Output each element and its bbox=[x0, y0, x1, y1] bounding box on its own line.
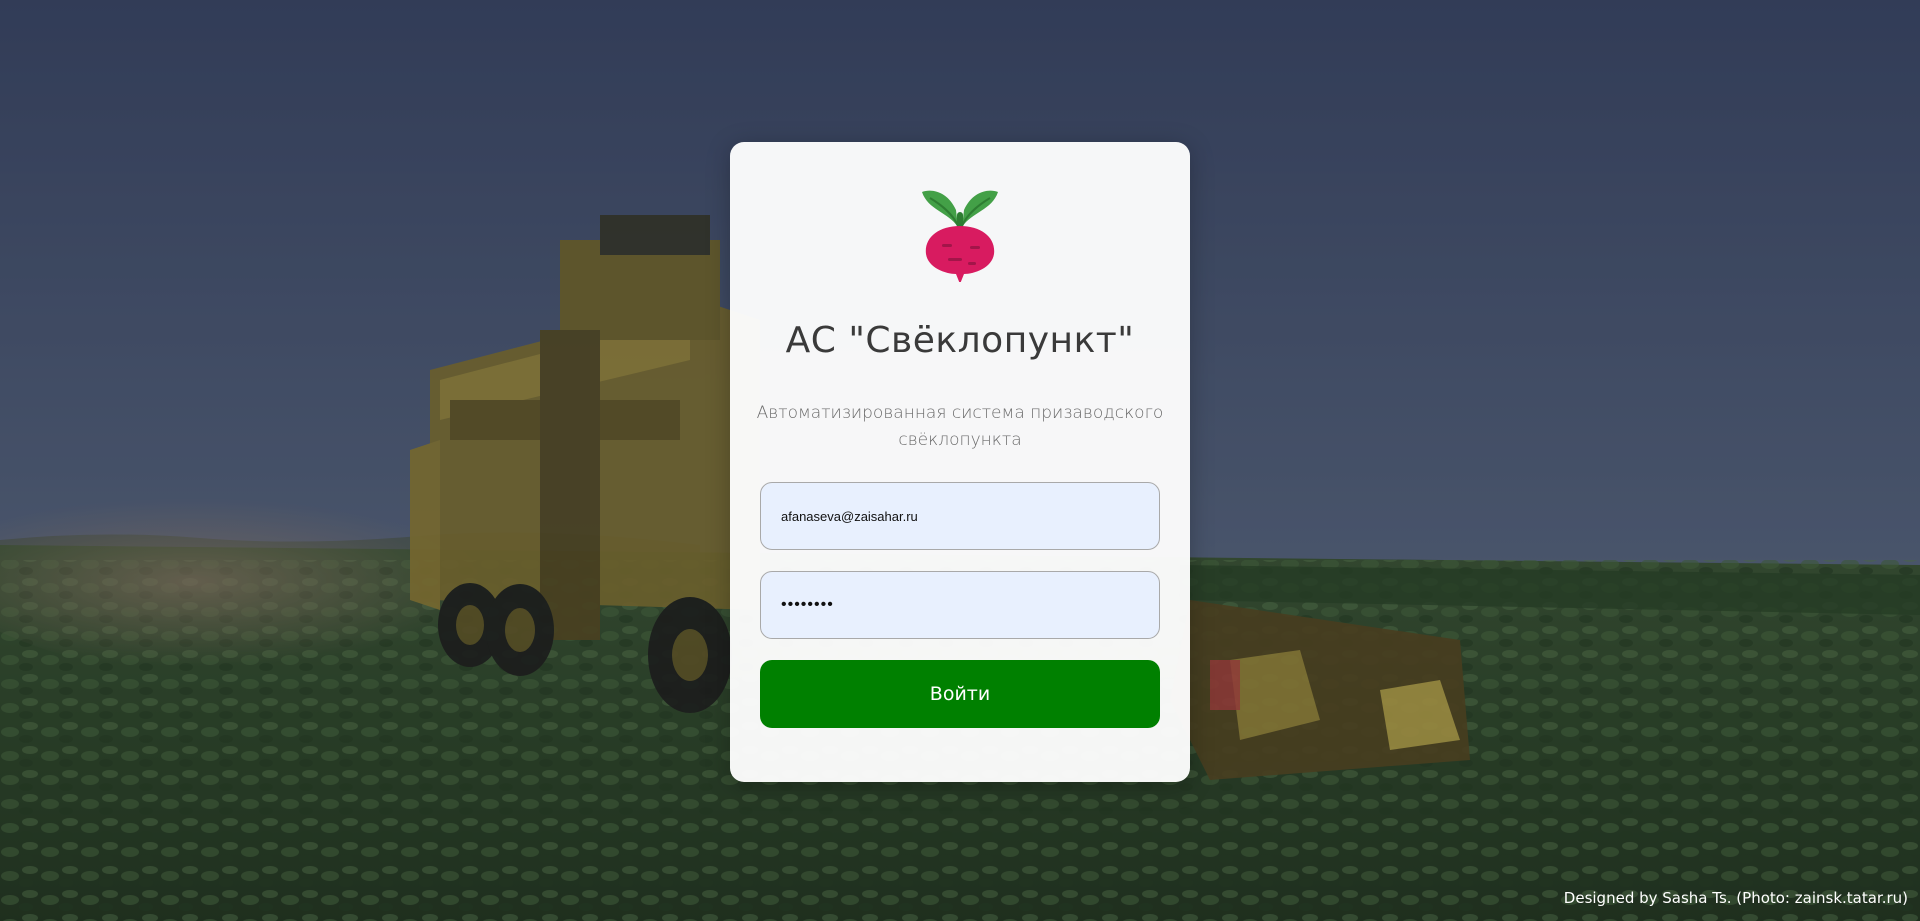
beet-icon bbox=[922, 190, 998, 282]
app-title: АС "Свёклопункт" bbox=[785, 320, 1135, 361]
photo-credit: Designed by Sasha Ts. (Photo: zainsk.tat… bbox=[1563, 889, 1908, 907]
login-button[interactable]: Войти bbox=[760, 660, 1160, 728]
login-card: АС "Свёклопункт" Автоматизированная сист… bbox=[730, 142, 1190, 782]
password-input[interactable] bbox=[760, 571, 1160, 639]
app-subtitle: Автоматизированная система призаводского… bbox=[756, 403, 1164, 450]
email-input[interactable] bbox=[760, 482, 1160, 550]
